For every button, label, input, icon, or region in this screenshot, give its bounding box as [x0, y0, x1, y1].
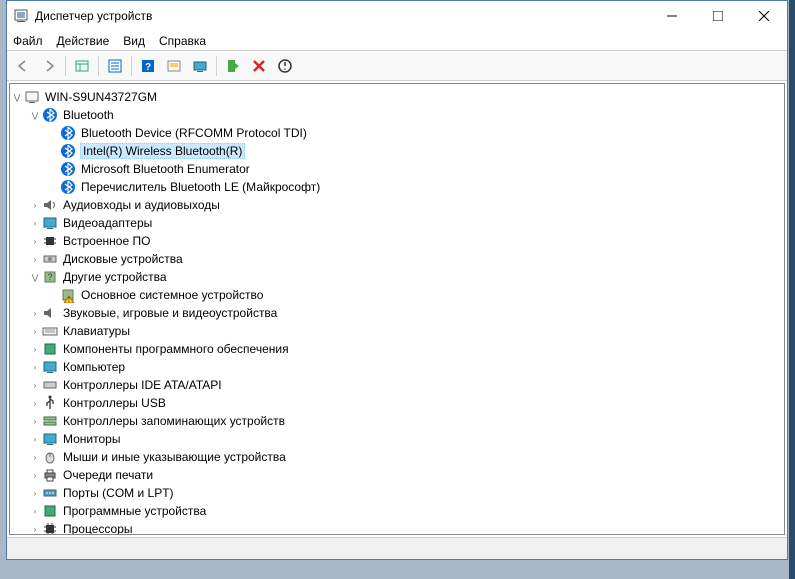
- tree-computer[interactable]: ›Компьютер: [10, 358, 784, 376]
- audio-icon: [42, 197, 58, 213]
- svg-text:?: ?: [47, 272, 52, 282]
- tree-bt-device-2[interactable]: Microsoft Bluetooth Enumerator: [10, 160, 784, 178]
- twisty-icon[interactable]: ›: [28, 219, 42, 228]
- disk-icon: [42, 251, 58, 267]
- monitor-icon: [42, 431, 58, 447]
- tree-bt-device-0[interactable]: Bluetooth Device (RFCOMM Protocol TDI): [10, 124, 784, 142]
- toolbar-btn-5[interactable]: [162, 54, 186, 78]
- menu-file[interactable]: Файл: [13, 34, 43, 48]
- controller-icon: [42, 377, 58, 393]
- tree-video[interactable]: › Видеоадаптеры: [10, 214, 784, 232]
- twisty-icon[interactable]: ›: [28, 489, 42, 498]
- tree-disk[interactable]: › Дисковые устройства: [10, 250, 784, 268]
- scan-button[interactable]: [188, 54, 212, 78]
- device-tree[interactable]: ⋁ WIN-S9UN43727GM ⋁ Bluetooth Bluetooth …: [9, 83, 785, 535]
- titlebar: Диспетчер устройств: [7, 1, 787, 31]
- port-icon: [42, 485, 58, 501]
- toolbar: ?: [7, 51, 787, 81]
- menu-view[interactable]: Вид: [123, 34, 145, 48]
- device-manager-window: Диспетчер устройств Файл Действие Вид Сп…: [6, 0, 788, 560]
- twisty-icon[interactable]: ›: [28, 525, 42, 534]
- tree-monitors[interactable]: ›Мониторы: [10, 430, 784, 448]
- statusbar: [7, 537, 787, 559]
- twisty-icon[interactable]: ›: [28, 507, 42, 516]
- svg-text:?: ?: [145, 62, 151, 73]
- tree-swdevices[interactable]: ›Программные устройства: [10, 502, 784, 520]
- twisty-icon[interactable]: ›: [28, 327, 42, 336]
- twisty-icon[interactable]: ›: [28, 363, 42, 372]
- twisty-icon[interactable]: ›: [28, 201, 42, 210]
- twisty-icon[interactable]: ›: [28, 453, 42, 462]
- unknown-icon: ?: [42, 269, 58, 285]
- twisty-icon[interactable]: ›: [28, 417, 42, 426]
- twisty-icon[interactable]: ›: [28, 435, 42, 444]
- computer-icon: [24, 89, 40, 105]
- software-icon: [42, 503, 58, 519]
- tree-printqueue[interactable]: ›Очереди печати: [10, 466, 784, 484]
- tree-other-devices[interactable]: ⋁ ? Другие устройства: [10, 268, 784, 286]
- twisty-icon[interactable]: ⋁: [28, 273, 42, 282]
- menu-help[interactable]: Справка: [159, 34, 206, 48]
- display-icon: [42, 215, 58, 231]
- forward-button[interactable]: [37, 54, 61, 78]
- twisty-icon[interactable]: ›: [28, 255, 42, 264]
- twisty-icon[interactable]: ›: [28, 399, 42, 408]
- tree-bt-device-1[interactable]: Intel(R) Wireless Bluetooth(R): [10, 142, 784, 160]
- bluetooth-icon: [60, 179, 76, 195]
- menubar: Файл Действие Вид Справка: [7, 31, 787, 51]
- uninstall-button[interactable]: [247, 54, 271, 78]
- bluetooth-icon: [60, 125, 76, 141]
- storage-icon: [42, 413, 58, 429]
- bluetooth-icon: [42, 107, 58, 123]
- help-button[interactable]: ?: [136, 54, 160, 78]
- software-icon: [42, 341, 58, 357]
- tree-usb[interactable]: ›Контроллеры USB: [10, 394, 784, 412]
- tree-keyboards[interactable]: ›Клавиатуры: [10, 322, 784, 340]
- back-button[interactable]: [11, 54, 35, 78]
- audio-icon: [42, 305, 58, 321]
- cpu-icon: [42, 521, 58, 535]
- maximize-button[interactable]: [695, 1, 741, 31]
- show-hidden-button[interactable]: [70, 54, 94, 78]
- tree-other-item-0[interactable]: ! Основное системное устройство: [10, 286, 784, 304]
- tree-ide[interactable]: ›Контроллеры IDE ATA/ATAPI: [10, 376, 784, 394]
- tree-bluetooth[interactable]: ⋁ Bluetooth: [10, 106, 784, 124]
- menu-action[interactable]: Действие: [57, 34, 110, 48]
- tree-software[interactable]: ›Компоненты программного обеспечения: [10, 340, 784, 358]
- tree-root[interactable]: ⋁ WIN-S9UN43727GM: [10, 88, 784, 106]
- tree-bt-device-3[interactable]: Перечислитель Bluetooth LE (Майкрософт): [10, 178, 784, 196]
- tree-audio[interactable]: › Аудиовходы и аудиовыходы: [10, 196, 784, 214]
- close-button[interactable]: [741, 1, 787, 31]
- disable-button[interactable]: [273, 54, 297, 78]
- window-title: Диспетчер устройств: [35, 9, 649, 23]
- unknown-warn-icon: !: [60, 287, 76, 303]
- chip-icon: [42, 233, 58, 249]
- tree-ports[interactable]: ›Порты (COM и LPT): [10, 484, 784, 502]
- keyboard-icon: [42, 323, 58, 339]
- svg-text:!: !: [68, 297, 70, 303]
- properties-button[interactable]: [103, 54, 127, 78]
- tree-sound[interactable]: ›Звуковые, игровые и видеоустройства: [10, 304, 784, 322]
- bluetooth-icon: [60, 143, 76, 159]
- tree-storage[interactable]: ›Контроллеры запоминающих устройств: [10, 412, 784, 430]
- twisty-icon[interactable]: ⋁: [10, 93, 24, 102]
- twisty-icon[interactable]: ›: [28, 381, 42, 390]
- computer-icon: [42, 359, 58, 375]
- twisty-icon[interactable]: ›: [28, 237, 42, 246]
- mouse-icon: [42, 449, 58, 465]
- tree-cpu[interactable]: ›Процессоры: [10, 520, 784, 535]
- app-icon: [13, 8, 29, 24]
- printer-icon: [42, 467, 58, 483]
- minimize-button[interactable]: [649, 1, 695, 31]
- update-button[interactable]: [221, 54, 245, 78]
- twisty-icon[interactable]: ⋁: [28, 111, 42, 120]
- tree-firmware[interactable]: › Встроенное ПО: [10, 232, 784, 250]
- tree-mice[interactable]: ›Мыши и иные указывающие устройства: [10, 448, 784, 466]
- bluetooth-icon: [60, 161, 76, 177]
- twisty-icon[interactable]: ›: [28, 309, 42, 318]
- twisty-icon[interactable]: ›: [28, 345, 42, 354]
- twisty-icon[interactable]: ›: [28, 471, 42, 480]
- usb-icon: [42, 395, 58, 411]
